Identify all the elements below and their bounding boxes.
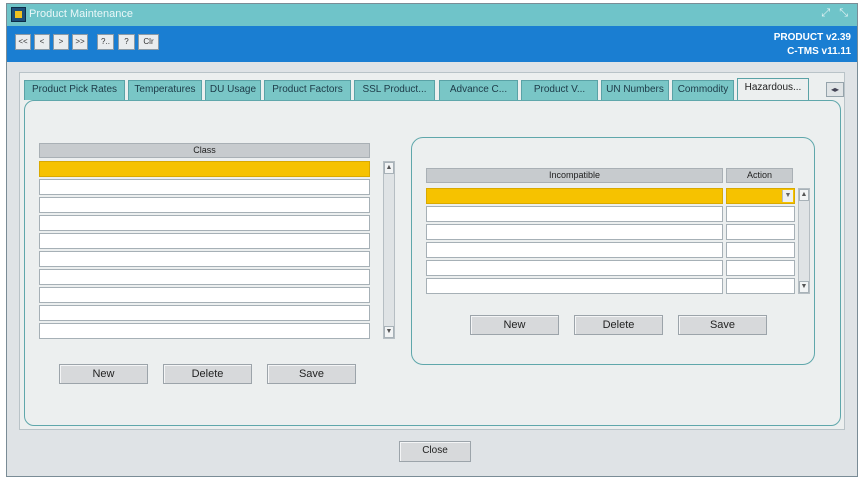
class-row[interactable]: [39, 197, 370, 213]
scroll-down-icon[interactable]: ▼: [384, 326, 394, 338]
window-controls-icon[interactable]: ⤢ ⤡: [821, 7, 851, 20]
incompatible-row[interactable]: [426, 206, 723, 222]
ctms-version: C-TMS v11.11: [787, 46, 851, 57]
tab-product-pick-rates[interactable]: Product Pick Rates: [24, 80, 125, 100]
tab-hazardous[interactable]: Hazardous...: [737, 78, 809, 100]
incompatible-panel: Incompatible Action ▼ ▲ ▼ New Delete Sav…: [411, 137, 815, 365]
action-dropdown[interactable]: [726, 278, 795, 294]
scroll-down-icon[interactable]: ▼: [799, 281, 809, 293]
action-dropdown[interactable]: [726, 260, 795, 276]
incompatible-delete-button[interactable]: Delete: [574, 315, 663, 335]
product-maintenance-window: Product Maintenance ⤢ ⤡ << < > >> ?.. ? …: [6, 3, 858, 477]
incompatible-save-button[interactable]: Save: [678, 315, 767, 335]
class-save-button[interactable]: Save: [267, 364, 356, 384]
incompatible-scrollbar[interactable]: ▲ ▼: [798, 188, 810, 294]
scroll-up-icon[interactable]: ▲: [384, 162, 394, 174]
scroll-up-icon[interactable]: ▲: [799, 189, 809, 201]
clear-button[interactable]: Clr: [138, 34, 159, 50]
tab-product-v[interactable]: Product V...: [521, 80, 598, 100]
class-row[interactable]: [39, 251, 370, 267]
toolbar: << < > >> ?.. ? Clr PRODUCT v2.39 C-TMS …: [7, 26, 857, 62]
version-info: PRODUCT v2.39 C-TMS v11.11: [774, 31, 851, 59]
tab-du-usage[interactable]: DU Usage: [205, 80, 261, 100]
incompatible-row[interactable]: [426, 260, 723, 276]
hazardous-panel: Class ▲ ▼ New Delete Save Incompatible A…: [24, 100, 841, 426]
class-row[interactable]: [39, 305, 370, 321]
class-column-header: Class: [39, 143, 370, 158]
main-area: Product Pick Rates Temperatures DU Usage…: [19, 72, 845, 430]
close-button[interactable]: Close: [399, 441, 471, 462]
tab-scroll-arrows-icon[interactable]: ◂▸: [826, 82, 844, 97]
title-bar[interactable]: Product Maintenance ⤢ ⤡: [7, 4, 857, 26]
action-dropdown[interactable]: [726, 206, 795, 222]
tab-ssl-product[interactable]: SSL Product...: [354, 80, 435, 100]
window-title: Product Maintenance: [29, 8, 133, 20]
action-dropdown[interactable]: [726, 242, 795, 258]
class-row[interactable]: [39, 233, 370, 249]
incompatible-row[interactable]: [426, 278, 723, 294]
action-dropdown[interactable]: [726, 224, 795, 240]
class-row[interactable]: [39, 215, 370, 231]
first-record-button[interactable]: <<: [15, 34, 31, 50]
incompatible-row[interactable]: [426, 188, 723, 204]
class-row[interactable]: [39, 323, 370, 339]
incompatible-new-button[interactable]: New: [470, 315, 559, 335]
class-scrollbar[interactable]: ▲ ▼: [383, 161, 395, 339]
incompatible-column-header: Incompatible: [426, 168, 723, 183]
incompatible-row[interactable]: [426, 224, 723, 240]
tab-temperatures[interactable]: Temperatures: [128, 80, 202, 100]
last-record-button[interactable]: >>: [72, 34, 88, 50]
incompatible-row[interactable]: [426, 242, 723, 258]
query-button[interactable]: ?..: [97, 34, 114, 50]
tab-advance-c[interactable]: Advance C...: [439, 80, 518, 100]
class-delete-button[interactable]: Delete: [163, 364, 252, 384]
tab-un-numbers[interactable]: UN Numbers: [601, 80, 669, 100]
class-row[interactable]: [39, 179, 370, 195]
class-new-button[interactable]: New: [59, 364, 148, 384]
chevron-down-icon[interactable]: ▼: [782, 190, 793, 202]
class-row[interactable]: [39, 287, 370, 303]
tab-product-factors[interactable]: Product Factors: [264, 80, 351, 100]
help-button[interactable]: ?: [118, 34, 135, 50]
app-icon: [11, 7, 26, 22]
action-column-header: Action: [726, 168, 793, 183]
action-dropdown[interactable]: ▼: [726, 188, 795, 204]
next-record-button[interactable]: >: [53, 34, 69, 50]
tab-commodity[interactable]: Commodity: [672, 80, 734, 100]
previous-record-button[interactable]: <: [34, 34, 50, 50]
class-row[interactable]: [39, 269, 370, 285]
product-version: PRODUCT v2.39: [773, 32, 851, 43]
class-row[interactable]: [39, 161, 370, 177]
